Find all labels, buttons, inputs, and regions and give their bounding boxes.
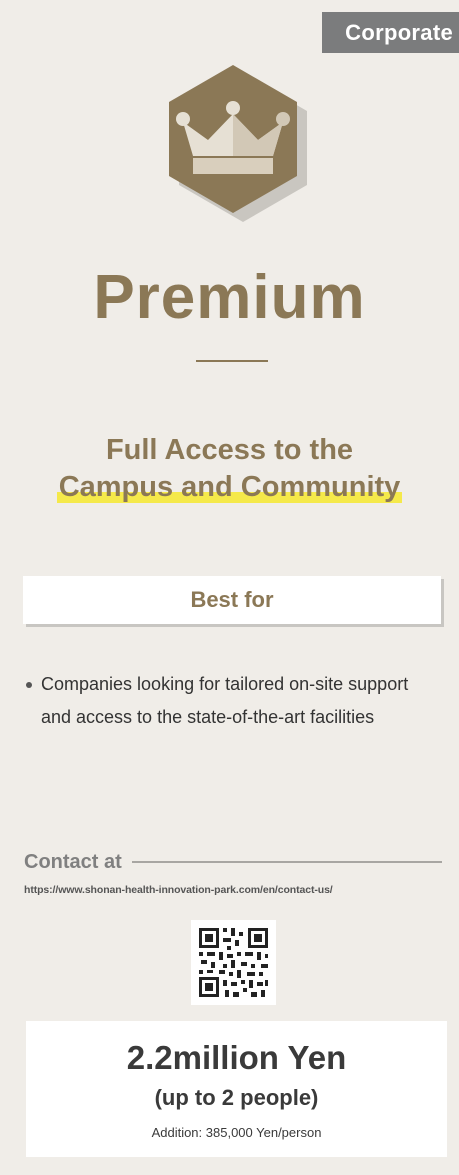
bullet-icon: [26, 682, 32, 688]
best-for-callout: Best for: [23, 576, 441, 624]
category-badge: Corporate: [322, 12, 459, 53]
plan-card: Corporate Premium Full Access to the Cam…: [0, 0, 459, 1175]
crown-icon: [169, 65, 307, 222]
list-item-text: Companies looking for tailored on-site s…: [41, 674, 409, 727]
title-divider: [196, 360, 268, 362]
price-amount: 2.2million Yen: [126, 1039, 347, 1076]
contact-label: Contact at: [24, 850, 122, 873]
contact-divider: [131, 861, 442, 863]
qr-code-graphic: [191, 920, 276, 1005]
plan-title: Premium: [93, 263, 366, 332]
contact-url-link[interactable]: https://www.shonan-health-innovation-par…: [24, 884, 454, 896]
price-addition: Addition: 385,000 Yen/person: [151, 1125, 322, 1140]
contact-heading: Contact at: [24, 848, 442, 876]
crown-hexagon: [155, 62, 315, 242]
qr-code-icon[interactable]: [191, 920, 276, 1005]
headline-line-1: Full Access to the: [105, 434, 354, 466]
plan-headline: Full Access to the Campus and Community: [0, 432, 459, 506]
price-capacity: (up to 2 people): [154, 1085, 319, 1110]
best-for-label: Best for: [190, 587, 274, 612]
best-for-list: Companies looking for tailored on-site s…: [24, 668, 414, 734]
headline-line-2: Campus and Community: [56, 469, 403, 506]
price-box: 2.2million Yen (up to 2 people) Addition…: [26, 1021, 447, 1157]
list-item: Companies looking for tailored on-site s…: [24, 668, 414, 734]
